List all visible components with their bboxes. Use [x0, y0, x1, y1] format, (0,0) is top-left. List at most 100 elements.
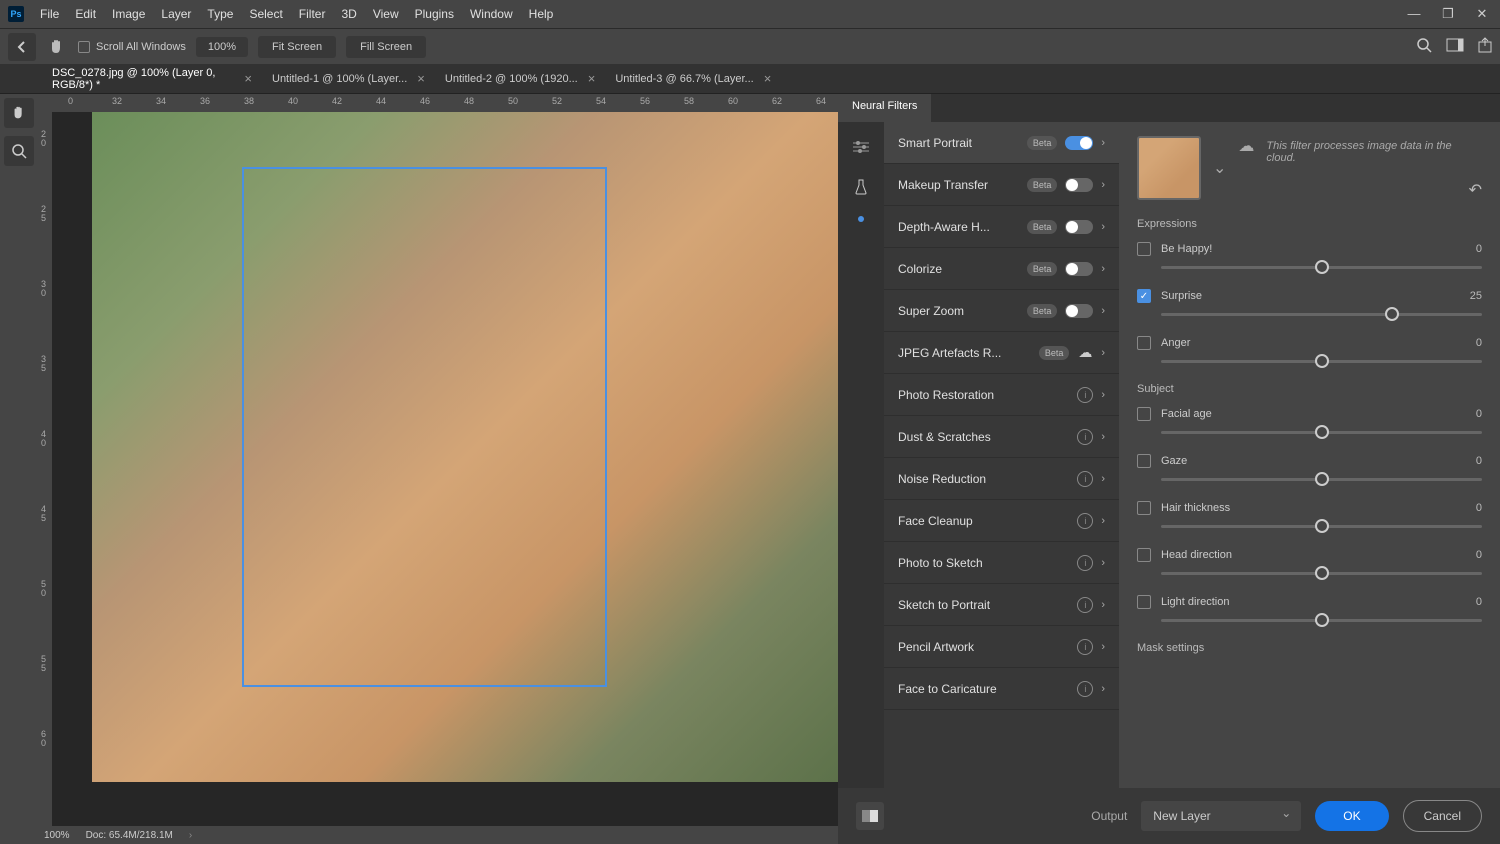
filter-item[interactable]: Noise Reductioni› [884, 458, 1119, 500]
tab-close-icon[interactable]: × [244, 71, 252, 86]
filter-item[interactable]: Face to Caricaturei› [884, 668, 1119, 710]
filter-toggle[interactable] [1065, 262, 1093, 276]
info-icon[interactable]: i [1077, 597, 1093, 613]
face-thumbnail[interactable] [1137, 136, 1201, 200]
info-icon[interactable]: i [1077, 429, 1093, 445]
slider-checkbox[interactable] [1137, 336, 1151, 350]
category-filters-icon[interactable] [850, 136, 872, 158]
minimize-button[interactable]: — [1404, 6, 1424, 22]
cancel-button[interactable]: Cancel [1403, 800, 1482, 832]
menu-plugins[interactable]: Plugins [407, 3, 462, 25]
checkbox[interactable] [78, 41, 90, 53]
filter-toggle[interactable] [1065, 220, 1093, 234]
slider-checkbox[interactable] [1137, 595, 1151, 609]
filter-item[interactable]: Sketch to Portraiti› [884, 584, 1119, 626]
info-icon[interactable]: i [1077, 471, 1093, 487]
filter-item[interactable]: Smart PortraitBeta› [884, 122, 1119, 164]
menu-image[interactable]: Image [104, 3, 153, 25]
hand-tool-icon[interactable] [46, 36, 68, 58]
canvas[interactable] [52, 112, 838, 826]
slider-checkbox[interactable] [1137, 501, 1151, 515]
slider-checkbox[interactable] [1137, 242, 1151, 256]
face-selection-box[interactable] [242, 167, 607, 687]
filter-item[interactable]: ColorizeBeta› [884, 248, 1119, 290]
slider-thumb[interactable] [1315, 613, 1329, 627]
slider-value: 25 [1470, 290, 1482, 302]
menu-window[interactable]: Window [462, 3, 521, 25]
menu-edit[interactable]: Edit [67, 3, 104, 25]
filter-item[interactable]: Pencil Artworki› [884, 626, 1119, 668]
slider-track[interactable] [1161, 313, 1482, 316]
filter-item[interactable]: Makeup TransferBeta› [884, 164, 1119, 206]
info-icon[interactable]: i [1077, 639, 1093, 655]
menu-layer[interactable]: Layer [153, 3, 199, 25]
scroll-all-option[interactable]: Scroll All Windows [78, 41, 186, 53]
slider-thumb[interactable] [1315, 472, 1329, 486]
document-tab[interactable]: DSC_0278.jpg @ 100% (Layer 0, RGB/8*) *× [42, 64, 262, 93]
slider-thumb[interactable] [1315, 519, 1329, 533]
slider-thumb[interactable] [1315, 566, 1329, 580]
menu-select[interactable]: Select [241, 3, 290, 25]
close-button[interactable]: ✕ [1472, 6, 1492, 22]
document-tab[interactable]: Untitled-3 @ 66.7% (Layer...× [605, 64, 781, 93]
filter-item[interactable]: JPEG Artefacts R...Beta☁› [884, 332, 1119, 374]
slider-track[interactable] [1161, 572, 1482, 575]
maximize-button[interactable]: ❐ [1438, 6, 1458, 22]
fit-screen-button[interactable]: Fit Screen [258, 36, 336, 58]
filter-item[interactable]: Photo to Sketchi› [884, 542, 1119, 584]
filter-item[interactable]: Face Cleanupi› [884, 500, 1119, 542]
slider-checkbox[interactable] [1137, 548, 1151, 562]
slider-track[interactable] [1161, 431, 1482, 434]
info-icon[interactable]: i [1077, 513, 1093, 529]
cloud-download-icon[interactable]: ☁ [1077, 345, 1093, 361]
zoom-tool[interactable] [4, 136, 34, 166]
slider-checkbox[interactable] [1137, 454, 1151, 468]
menu-filter[interactable]: Filter [291, 3, 334, 25]
status-zoom: 100% [44, 830, 70, 841]
menu-type[interactable]: Type [199, 3, 241, 25]
slider-track[interactable] [1161, 525, 1482, 528]
info-icon[interactable]: i [1077, 681, 1093, 697]
ok-button[interactable]: OK [1315, 801, 1388, 831]
back-button[interactable] [8, 33, 36, 61]
share-icon[interactable] [1478, 37, 1492, 57]
document-tab[interactable]: Untitled-2 @ 100% (1920...× [435, 64, 605, 93]
slider-thumb[interactable] [1315, 425, 1329, 439]
hand-tool[interactable] [4, 98, 34, 128]
menu-file[interactable]: File [32, 3, 67, 25]
filter-item[interactable]: Depth-Aware H...Beta› [884, 206, 1119, 248]
slider-thumb[interactable] [1315, 354, 1329, 368]
output-select[interactable]: New Layer [1141, 801, 1301, 831]
info-icon[interactable]: i [1077, 555, 1093, 571]
fill-screen-button[interactable]: Fill Screen [346, 36, 426, 58]
search-icon[interactable] [1416, 37, 1432, 57]
zoom-level[interactable]: 100% [196, 37, 248, 57]
slider-track[interactable] [1161, 619, 1482, 622]
filter-toggle[interactable] [1065, 304, 1093, 318]
tab-close-icon[interactable]: × [764, 71, 772, 86]
workspace-icon[interactable] [1446, 38, 1464, 56]
slider-thumb[interactable] [1385, 307, 1399, 321]
menu-help[interactable]: Help [521, 3, 562, 25]
filter-toggle[interactable] [1065, 178, 1093, 192]
face-dropdown-icon[interactable]: ⌄ [1213, 158, 1226, 178]
filter-item[interactable]: Photo Restorationi› [884, 374, 1119, 416]
filter-item[interactable]: Dust & Scratchesi› [884, 416, 1119, 458]
menu-3d[interactable]: 3D [333, 3, 364, 25]
filter-toggle[interactable] [1065, 136, 1093, 150]
slider-checkbox[interactable]: ✓ [1137, 289, 1151, 303]
info-icon[interactable]: i [1077, 387, 1093, 403]
slider-checkbox[interactable] [1137, 407, 1151, 421]
reset-icon[interactable]: ↶ [1469, 180, 1482, 200]
category-beaker-icon[interactable] [850, 176, 872, 198]
document-tab[interactable]: Untitled-1 @ 100% (Layer...× [262, 64, 435, 93]
slider-track[interactable] [1161, 266, 1482, 269]
slider-track[interactable] [1161, 360, 1482, 363]
menu-view[interactable]: View [365, 3, 407, 25]
slider-track[interactable] [1161, 478, 1482, 481]
filter-item[interactable]: Super ZoomBeta› [884, 290, 1119, 332]
tab-close-icon[interactable]: × [588, 71, 596, 86]
preview-toggle-icon[interactable] [856, 802, 884, 830]
slider-thumb[interactable] [1315, 260, 1329, 274]
tab-close-icon[interactable]: × [417, 71, 425, 86]
